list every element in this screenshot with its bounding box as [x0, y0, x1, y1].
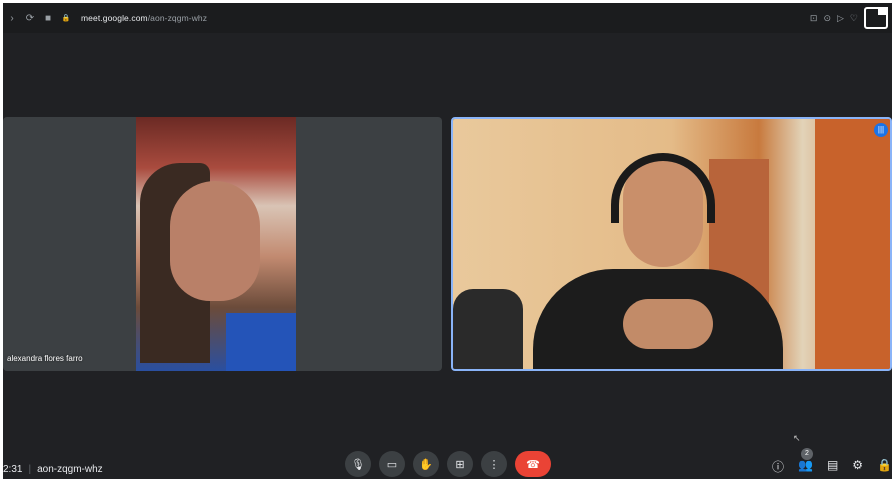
microphone-button[interactable]: 🎙: [345, 451, 371, 477]
meet-window: › ⟳ ■ 🔒 meet.google.com/aon-zqgm-whz ⊡ ⊙…: [3, 3, 892, 479]
people-button[interactable]: 2 👥: [797, 448, 813, 475]
side-controls: ⓘ 2 👥 ▤ ⚙ 🔒: [772, 448, 892, 475]
meeting-time: 2:31: [3, 464, 23, 475]
meeting-info: 2:31 | aon-zqgm-whz: [3, 464, 103, 475]
camera-button[interactable]: ▭: [379, 451, 405, 477]
reload-icon[interactable]: ⟳: [21, 13, 39, 24]
present-screen-button[interactable]: ⊞: [447, 451, 473, 477]
video-headset: [611, 153, 715, 223]
people-icon: 👥: [797, 458, 813, 472]
activities-button[interactable]: ⚙: [852, 458, 863, 475]
camera-indicator-icon[interactable]: ■: [39, 13, 57, 24]
video-person: [513, 149, 803, 369]
address-bar[interactable]: meet.google.com/aon-zqgm-whz: [81, 13, 207, 23]
participant-video: [453, 119, 890, 369]
video-hands: [623, 299, 713, 349]
people-count-badge: 2: [800, 448, 813, 460]
url-domain: meet.google.com: [81, 13, 148, 23]
send-icon[interactable]: ▷: [837, 13, 844, 24]
meeting-details-button[interactable]: ⓘ: [772, 458, 784, 475]
video-shirt: [226, 313, 296, 371]
speaking-indicator-icon: |||: [874, 123, 888, 137]
bottom-bar: 2:31 | aon-zqgm-whz 🎙 ▭ ✋ ⊞ ⋮ ☎ ⓘ 2 👥 ▤ …: [3, 445, 892, 479]
host-controls-button[interactable]: 🔒: [877, 458, 892, 475]
extension-icon[interactable]: ⊡: [810, 13, 818, 24]
raise-hand-button[interactable]: ✋: [413, 451, 439, 477]
end-call-button[interactable]: ☎: [515, 451, 551, 477]
lock-icon[interactable]: 🔒: [57, 14, 75, 22]
participant-video: [136, 117, 296, 371]
active-speaker-tile[interactable]: |||: [451, 117, 892, 371]
picture-in-picture-button[interactable]: [864, 7, 888, 29]
separator: |: [28, 464, 32, 475]
back-icon[interactable]: ›: [3, 13, 21, 24]
video-door: [815, 119, 890, 369]
participant-tile[interactable]: alexandra flores farro: [3, 117, 442, 371]
mouse-cursor-icon: ↖: [793, 433, 801, 443]
call-controls: 🎙 ▭ ✋ ⊞ ⋮ ☎: [345, 451, 551, 477]
screenshot-icon[interactable]: ⊙: [823, 13, 831, 24]
video-face: [170, 181, 260, 301]
meeting-code[interactable]: aon-zqgm-whz: [37, 464, 103, 475]
browser-actions: ⊡ ⊙ ▷ ♡: [810, 7, 888, 29]
favorite-icon[interactable]: ♡: [850, 13, 858, 24]
participant-name: alexandra flores farro: [7, 354, 83, 363]
url-path: /aon-zqgm-whz: [147, 13, 208, 23]
more-options-button[interactable]: ⋮: [481, 451, 507, 477]
chat-button[interactable]: ▤: [827, 458, 838, 475]
browser-bar: › ⟳ ■ 🔒 meet.google.com/aon-zqgm-whz ⊡ ⊙…: [3, 3, 892, 33]
